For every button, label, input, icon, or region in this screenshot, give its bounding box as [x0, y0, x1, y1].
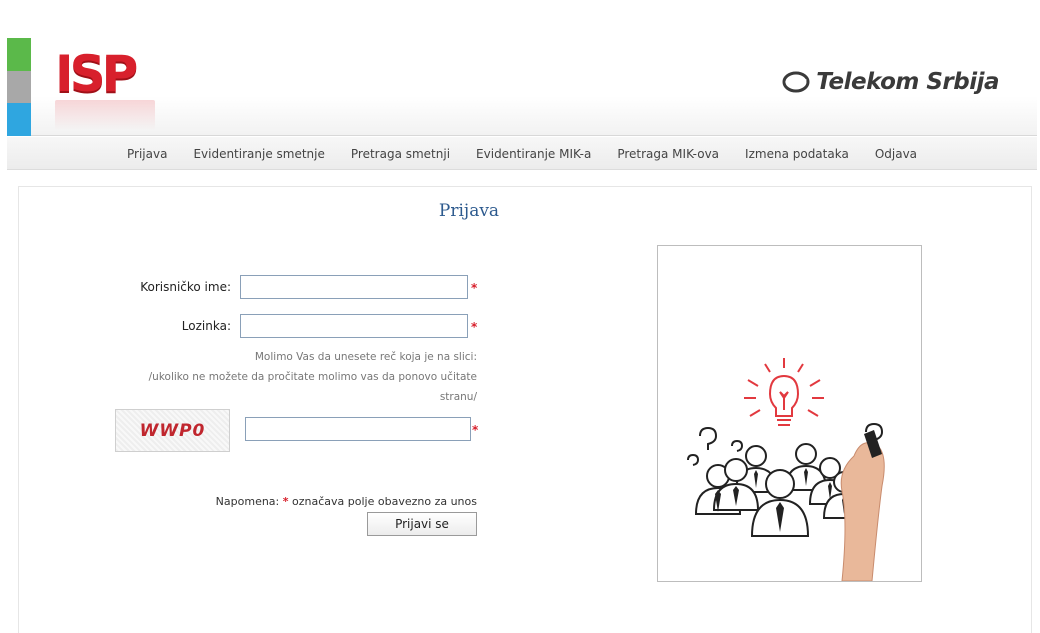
nav-item-evidentiranje-mik[interactable]: Evidentiranje MIK-a	[476, 147, 591, 161]
password-required-mark: *	[471, 320, 478, 334]
note-required-mark: *	[282, 495, 289, 508]
captcha-image: WWP0	[115, 409, 230, 452]
color-stripes	[7, 38, 31, 136]
username-required-mark: *	[471, 281, 478, 295]
stripe-blue	[7, 103, 31, 136]
stripe-grey	[7, 71, 31, 103]
captcha-required-mark: *	[472, 423, 479, 437]
password-input[interactable]	[240, 314, 468, 338]
note-prefix: Napomena:	[215, 495, 280, 508]
team-idea-lightbulb-icon	[687, 358, 885, 582]
required-note: Napomena: * označava polje obavezno za u…	[159, 495, 477, 508]
nav-item-odjava[interactable]: Odjava	[875, 147, 917, 161]
login-panel: Prijava Korisničko ime: * Lozinka: * Mol…	[18, 186, 1032, 633]
telekom-brand-text: Telekom Srbija	[816, 69, 999, 95]
site-header: ISP Telekom Srbija	[7, 38, 1037, 136]
isp-logo: ISP	[55, 45, 138, 103]
username-input[interactable]	[240, 275, 468, 299]
password-label: Lozinka:	[181, 319, 231, 333]
login-button[interactable]: Prijavi se	[367, 512, 477, 536]
nav-item-prijava[interactable]: Prijava	[127, 147, 167, 161]
nav-item-pretraga-mik[interactable]: Pretraga MIK-ova	[617, 147, 719, 161]
captcha-text: WWP0	[139, 420, 206, 441]
captcha-hint-line3: stranu/	[439, 391, 477, 403]
page-title: Prijava	[438, 201, 500, 221]
note-suffix: označava polje obavezno za unos	[292, 495, 477, 508]
main-nav: Prijava Evidentiranje smetnje Pretraga s…	[7, 137, 1037, 170]
nav-item-evidentiranje-smetnje[interactable]: Evidentiranje smetnje	[193, 147, 324, 161]
captcha-input[interactable]	[245, 417, 471, 441]
isp-logo-reflection	[55, 100, 155, 130]
captcha-hint-line1: Molimo Vas da unesete reč koja je na sli…	[254, 351, 477, 363]
telekom-swirl-icon	[782, 71, 810, 93]
nav-item-pretraga-smetnji[interactable]: Pretraga smetnji	[351, 147, 450, 161]
username-label: Korisničko ime:	[140, 280, 231, 294]
team-idea-illustration	[657, 245, 922, 582]
stripe-green	[7, 38, 31, 71]
telekom-logo: Telekom Srbija	[782, 64, 999, 100]
nav-item-izmena-podataka[interactable]: Izmena podataka	[745, 147, 849, 161]
captcha-hint-line2: /ukoliko ne možete da pročitate molimo v…	[148, 371, 477, 383]
